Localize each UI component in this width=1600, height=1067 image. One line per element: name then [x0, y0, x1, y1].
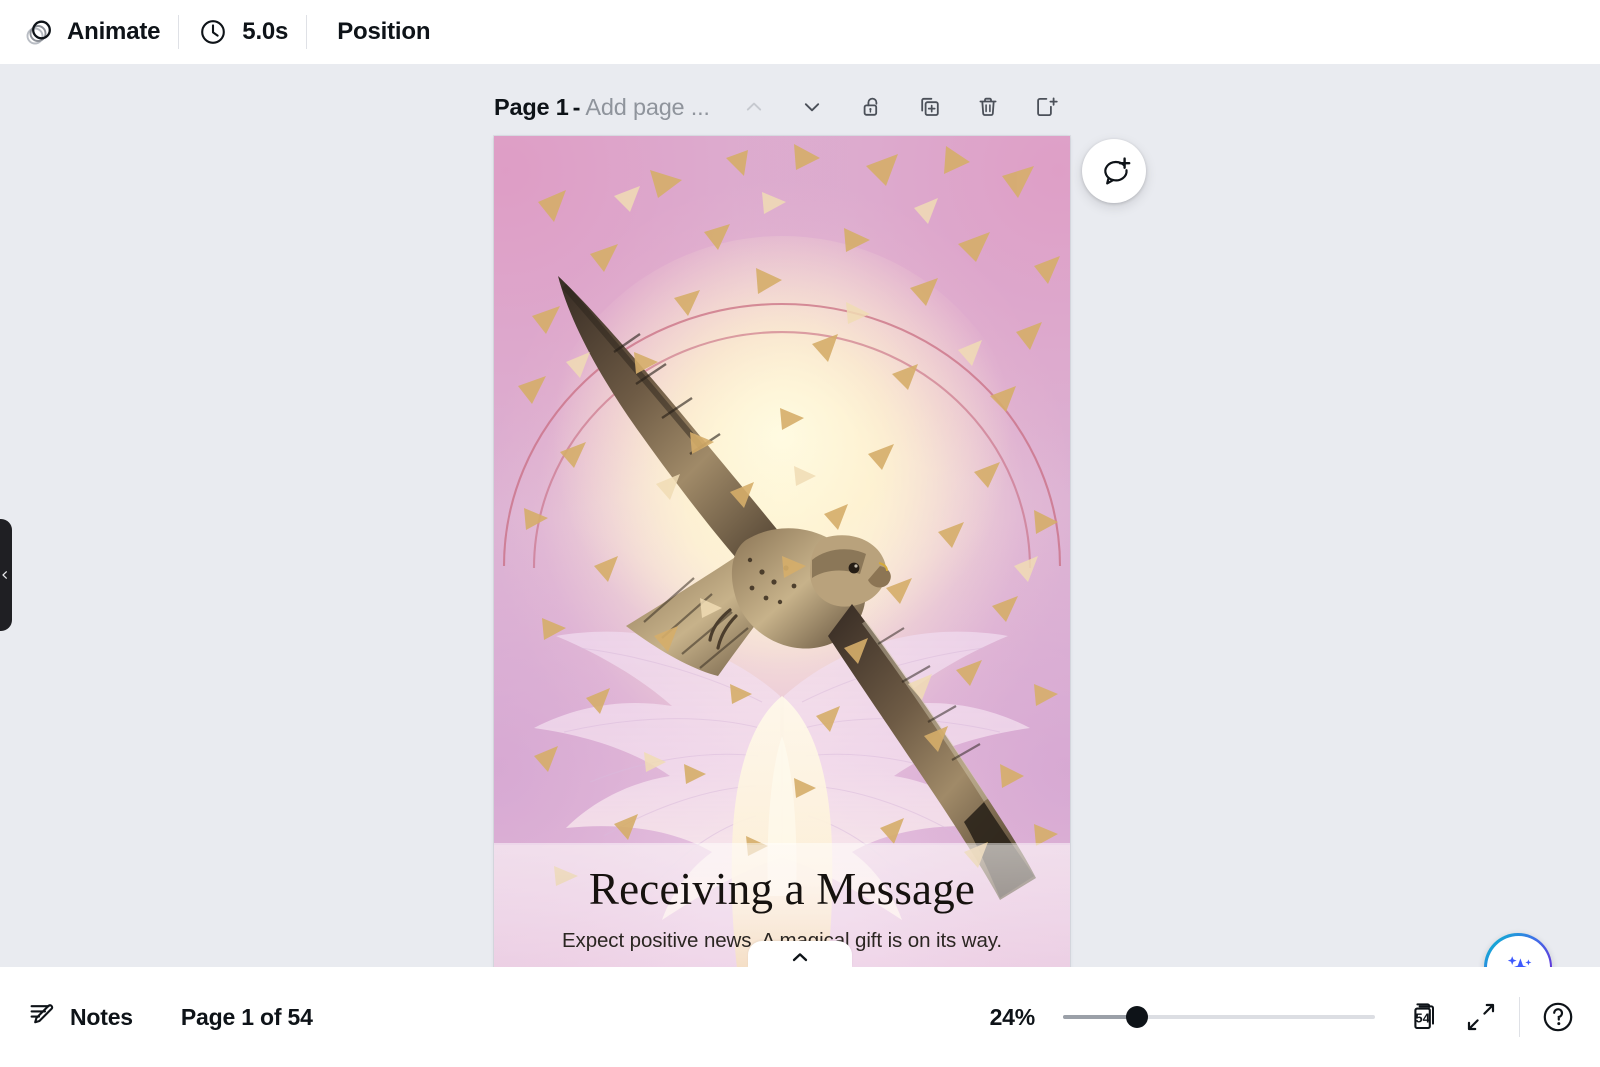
page-counter: Page 1 of 54 [180, 1003, 313, 1030]
chevron-down-icon [801, 96, 823, 118]
position-label: Position [337, 18, 431, 45]
bottombar-divider [1519, 997, 1520, 1037]
magic-studio-sparkle-icon [1486, 935, 1550, 967]
help-question-icon [1540, 999, 1576, 1035]
card-title: Receiving a Message [588, 864, 976, 914]
top-toolbar: Animate 5.0s Position [0, 0, 1600, 64]
move-page-down-button[interactable] [790, 85, 834, 129]
add-comment-icon [1097, 154, 1131, 188]
grid-pages-icon: 54 [1407, 999, 1443, 1035]
zoom-percentage: 24% [989, 1003, 1036, 1030]
design-page-canvas[interactable]: Receiving a Message Expect positive news… [494, 136, 1070, 967]
help-button[interactable] [1530, 989, 1586, 1045]
add-comment-button[interactable] [1082, 139, 1146, 203]
unlock-icon [860, 95, 884, 119]
page-name-placeholder: Add page ... [585, 93, 710, 120]
move-page-up-button[interactable] [732, 85, 776, 129]
duration-button[interactable]: 5.0s [185, 11, 300, 53]
fullscreen-button[interactable] [1453, 989, 1509, 1045]
lock-page-button[interactable] [850, 85, 894, 129]
stacked-circles-icon [22, 16, 54, 48]
chevron-left-icon [0, 570, 10, 580]
add-page-icon [1034, 95, 1058, 119]
notes-pencil-icon [28, 1000, 56, 1034]
zoom-slider-thumb[interactable] [1126, 1006, 1148, 1028]
chevron-up-icon [790, 950, 810, 964]
pages-count-badge: 54 [1415, 1010, 1430, 1025]
page-header-row: Page 1 - Add page ... [494, 85, 1094, 129]
magic-studio-button[interactable] [1484, 933, 1552, 967]
add-page-button[interactable] [1024, 85, 1068, 129]
page-title-separator: - [572, 93, 581, 120]
page-name-field[interactable]: Page 1 - Add page ... [494, 94, 710, 121]
expand-pages-panel-tab[interactable] [748, 941, 852, 967]
notes-label: Notes [70, 1003, 133, 1030]
toolbar-divider-1 [178, 15, 180, 49]
canva-editor-window: Animate 5.0s Position Page 1 - Add page … [0, 0, 1600, 1067]
notes-button[interactable]: Notes [14, 994, 147, 1040]
delete-page-button[interactable] [966, 85, 1010, 129]
editor-canvas-area: Page 1 - Add page ... Receiving a Messag… [0, 64, 1600, 967]
page-number-label: Page 1 [494, 93, 569, 120]
clock-icon [197, 16, 229, 48]
duplicate-page-icon [918, 95, 942, 119]
animate-label: Animate [67, 18, 161, 45]
animate-button[interactable]: Animate [10, 11, 172, 53]
position-button[interactable]: Position [325, 11, 442, 53]
toolbar-divider-2 [306, 15, 308, 49]
pages-grid-button[interactable]: 54 [1397, 989, 1453, 1045]
zoom-slider[interactable] [1063, 1006, 1375, 1028]
duplicate-page-button[interactable] [908, 85, 952, 129]
sidebar-collapse-handle[interactable] [0, 519, 12, 631]
trash-icon [976, 95, 1000, 119]
chevron-up-icon [743, 96, 765, 118]
bottom-status-bar: Notes Page 1 of 54 24% 54 [0, 967, 1600, 1067]
expand-arrows-icon [1465, 1001, 1497, 1033]
duration-label: 5.0s [242, 18, 289, 45]
